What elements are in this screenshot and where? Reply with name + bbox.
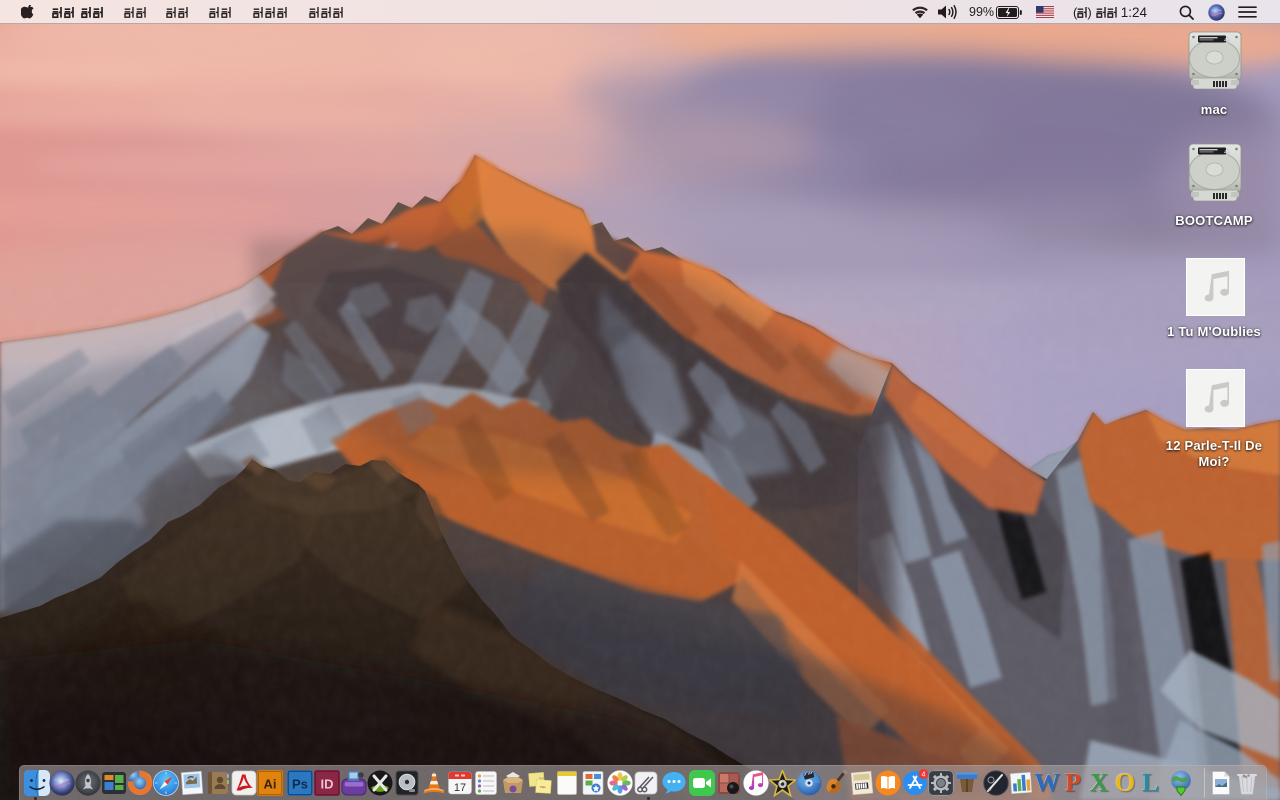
svg-text:Note: Note <box>539 776 546 780</box>
svg-text:Ai: Ai <box>264 777 277 792</box>
svg-text:17: 17 <box>454 782 466 794</box>
svg-text:4: 4 <box>921 771 925 778</box>
svg-text:ID: ID <box>321 777 334 792</box>
svg-text:Ps: Ps <box>292 777 308 792</box>
svg-text:Plan: Plan <box>540 785 546 789</box>
